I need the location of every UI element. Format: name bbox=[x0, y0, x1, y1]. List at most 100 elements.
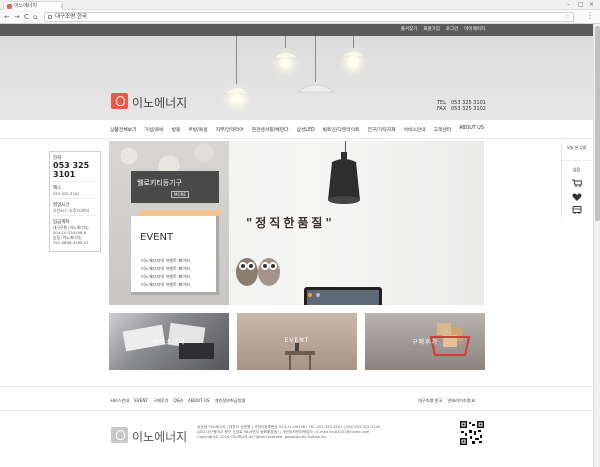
divider bbox=[53, 215, 97, 216]
nav-item[interactable]: 상품전체보기 bbox=[110, 126, 136, 136]
footer-link[interactable]: 구매후기 bbox=[153, 398, 168, 404]
footer-link[interactable]: 서비스안내 bbox=[110, 398, 129, 404]
home-icon[interactable]: ⌂ bbox=[33, 12, 37, 22]
address-bar: ← → C ⌂ 대구조명.한국 ☆ ⋮ bbox=[0, 10, 600, 24]
main-navigation: 상품전체보기 거실/로비 방등 주방/욕실 직부/인테리어 현관센서등/베란다 삼성LED 빌… bbox=[110, 126, 484, 136]
footer-link[interactable]: EVENT bbox=[134, 398, 148, 404]
black-pendant-lamp-icon bbox=[328, 152, 360, 204]
service-thumb[interactable]: 서비스안내 bbox=[109, 313, 229, 370]
nav-item[interactable]: 주방/욕실 bbox=[188, 126, 207, 136]
lamp-wire bbox=[315, 36, 316, 82]
more-button[interactable]: MORE bbox=[171, 191, 189, 198]
logo-icon[interactable] bbox=[111, 93, 128, 109]
thumb-caption: EVENT bbox=[284, 337, 310, 344]
nav-item[interactable]: 고객센터 bbox=[434, 126, 452, 136]
heart-icon[interactable] bbox=[572, 193, 582, 201]
cart-icon[interactable] bbox=[572, 179, 582, 187]
browser-tab-bar: 이노에너지 × – □ × bbox=[0, 0, 600, 10]
minimize-icon[interactable]: – bbox=[567, 1, 570, 8]
window-close-icon[interactable]: × bbox=[589, 1, 594, 8]
footer-logo[interactable]: 이노에너지 bbox=[132, 428, 187, 445]
lamp-bulb bbox=[280, 58, 291, 68]
site-top-bar: 즐겨찾기 회원가입 로그인 마이페이지 bbox=[0, 24, 600, 36]
nav-item[interactable]: 전구/기타자재 bbox=[367, 126, 395, 136]
lamp-wire bbox=[236, 36, 237, 84]
owl-figurines-icon bbox=[236, 258, 280, 286]
slide-dot[interactable] bbox=[316, 293, 320, 297]
favicon-icon bbox=[7, 4, 12, 9]
footer-company-info: 상호명 이노에너지 | 대표자 김준용 | 사업자등록번호 513-11-001… bbox=[197, 425, 447, 441]
fax-label: FAX bbox=[437, 106, 447, 112]
site-logo[interactable]: 이노에너지 bbox=[132, 94, 187, 111]
footer-logo-icon[interactable] bbox=[111, 427, 128, 443]
bank-2-number: 351-0858-4785-03 bbox=[53, 240, 89, 245]
pendant-lamp-icon bbox=[297, 84, 335, 93]
event-line[interactable]: 이노에너지의 이벤트 페이지 bbox=[141, 266, 190, 272]
top-link[interactable]: 로그인 bbox=[446, 26, 458, 32]
recent-title: 오늘 본 상품 bbox=[566, 145, 587, 150]
divider bbox=[53, 181, 97, 182]
delivery-icon[interactable] bbox=[572, 206, 582, 214]
qr-code-icon[interactable] bbox=[460, 421, 484, 445]
page-scrollbar[interactable] bbox=[593, 24, 600, 467]
top-links: 즐겨찾기 회원가입 로그인 마이페이지 bbox=[401, 26, 485, 32]
header-contact: TEL 053 325 3101 FAX 053 325 3102 bbox=[437, 100, 486, 112]
forward-icon[interactable]: → bbox=[14, 12, 20, 22]
reload-icon[interactable]: C bbox=[24, 12, 29, 22]
hours-value: 오전9시~오후7시까지 bbox=[53, 208, 89, 213]
nav-item[interactable]: 방등 bbox=[172, 126, 181, 136]
maximize-icon[interactable]: □ bbox=[578, 1, 584, 8]
footer-links: 서비스안내 EVENT 구매후기 Q&A ABOUT US 개인정보취급방침 bbox=[110, 398, 245, 404]
nav-item[interactable]: ABOUT US bbox=[459, 126, 484, 136]
hero-slogan: "정직한품질" bbox=[246, 216, 335, 230]
bookmark-star-icon[interactable]: ☆ bbox=[564, 13, 570, 22]
thumb-caption: 구매후기 bbox=[411, 339, 439, 346]
top-link[interactable]: 마이페이지 bbox=[464, 26, 485, 32]
phone-number: 053 325 3101 bbox=[53, 161, 90, 179]
recent-empty: 없음 bbox=[562, 160, 591, 173]
url-input[interactable]: 대구조명.한국 ☆ bbox=[44, 12, 574, 22]
hero-slider[interactable]: 웰로키티등기구 MORE EVENT 이노에너지의 이벤트 페이지 이노에너지의… bbox=[109, 141, 484, 305]
browser-menu-icon[interactable]: ⋮ bbox=[586, 11, 594, 20]
footer-link[interactable]: ABOUT US bbox=[188, 398, 210, 404]
tab-close-icon[interactable]: × bbox=[60, 3, 62, 10]
event-line[interactable]: 이노에너지의 이벤트 페이지 bbox=[141, 274, 190, 280]
nav-item[interactable]: 현관센서등/베란다 bbox=[252, 126, 289, 136]
event-card[interactable]: EVENT 이노에너지의 이벤트 페이지 이노에너지의 이벤트 페이지 이노에너… bbox=[131, 216, 219, 295]
event-line[interactable]: 이노에너지의 이벤트 페이지 bbox=[141, 282, 190, 288]
event-thumb[interactable]: EVENT bbox=[237, 313, 357, 370]
header-banner: 이노에너지 TEL 053 325 3101 FAX 053 325 3102 bbox=[0, 36, 600, 120]
back-icon[interactable]: ← bbox=[4, 12, 10, 22]
event-line[interactable]: 이노에너지의 이벤트 페이지 bbox=[141, 258, 190, 264]
slider-dots bbox=[308, 293, 320, 297]
nav-item[interactable]: 직부/인테리어 bbox=[216, 126, 244, 136]
fax-value: 053 325 3102 bbox=[451, 106, 486, 112]
hero-product-card[interactable]: 웰로키티등기구 MORE bbox=[131, 171, 219, 203]
event-title: EVENT bbox=[140, 232, 174, 243]
footer-info-line: Copyright© 2016 이노에너지 All rights reserve… bbox=[197, 435, 328, 440]
nav-item[interactable]: 삼성LED bbox=[296, 126, 314, 136]
divider bbox=[53, 198, 97, 199]
footer-link[interactable]: Q&A bbox=[174, 398, 183, 404]
slide-dot[interactable] bbox=[308, 293, 312, 297]
top-link[interactable]: 회원가입 bbox=[423, 26, 440, 32]
hero-card-title: 웰로키티등기구 bbox=[137, 179, 183, 187]
top-link[interactable]: 즐겨찾기 bbox=[401, 26, 418, 32]
footer-divider bbox=[0, 386, 593, 387]
browser-tab[interactable]: 이노에너지 × bbox=[3, 1, 63, 10]
footer-link[interactable]: 개인정보취급방침 bbox=[215, 398, 246, 404]
review-thumb[interactable]: 구매후기 bbox=[365, 313, 485, 370]
nav-item[interactable]: 거실/로비 bbox=[144, 126, 163, 136]
url-text: 대구조명.한국 bbox=[55, 14, 88, 20]
footer-right-links: 대구조명.한국 인테리어조명.kr bbox=[418, 398, 476, 404]
nav-item[interactable]: 빌트인/다운라이트 bbox=[323, 126, 360, 136]
nav-item[interactable]: 서비스안내 bbox=[404, 126, 426, 136]
footer-site-link[interactable]: 인테리어조명.kr bbox=[447, 398, 476, 404]
nav-divider bbox=[0, 138, 600, 139]
lamp-bulb bbox=[231, 94, 243, 104]
scrollbar-thumb[interactable] bbox=[595, 26, 600, 221]
footer-site-link[interactable]: 대구조명.한국 bbox=[418, 398, 442, 404]
recent-products-bar: 오늘 본 상품 없음 bbox=[561, 142, 591, 218]
page-info-icon[interactable] bbox=[48, 15, 52, 19]
contact-info-box: 전화 053 325 3101 팩스 053 325 3102 영업시간 오전9… bbox=[49, 151, 101, 252]
